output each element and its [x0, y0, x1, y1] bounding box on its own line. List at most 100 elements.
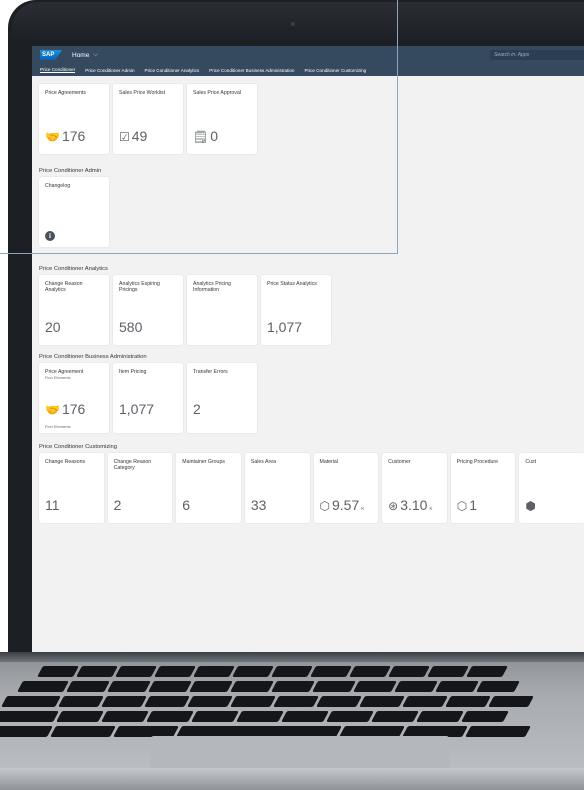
cube-icon: ⬢ — [525, 499, 536, 513]
highlight-connector — [0, 253, 10, 254]
key — [0, 726, 53, 737]
key — [349, 666, 391, 677]
key — [445, 696, 491, 707]
tile-title: Analytics Expiring Pricings — [119, 281, 160, 294]
tile-value: ⬡ 9.57 K — [319, 497, 365, 513]
key — [388, 666, 430, 677]
tile-value: 2 — [193, 401, 201, 417]
key — [465, 726, 531, 737]
key — [107, 681, 151, 692]
tile-change-reason-analytics[interactable]: Change Reason Analytics 20 — [39, 275, 109, 345]
tile-change-reason-category[interactable]: Change Reason Category 2 — [107, 453, 173, 523]
key — [236, 711, 284, 722]
tile-title: Customer — [388, 459, 411, 465]
tile-change-reasons[interactable]: Change Reasons 11 — [39, 453, 104, 523]
key — [416, 711, 464, 722]
tile-analytics-pricing-information[interactable]: Analytics Pricing Information — [187, 275, 257, 345]
tile-title: Change Reason Analytics — [45, 281, 83, 294]
tile-group-business-admin: Price Agreement Fiori Elements 🤝 176 Fior… — [39, 363, 584, 433]
laptop-edge — [0, 768, 584, 790]
key — [316, 696, 362, 707]
tile-price-status-analytics[interactable]: Price Status Analytics 1,077 — [261, 275, 331, 345]
tile-title: Analytics Pricing Information — [193, 281, 232, 294]
key-row-3 — [1, 696, 534, 707]
key — [310, 666, 352, 677]
tile-price-agreement[interactable]: Price Agreement Fiori Elements 🤝 176 Fior… — [39, 363, 109, 433]
procedure-icon: ⬡ — [456, 499, 468, 513]
tile-title: Material — [319, 459, 338, 465]
key — [1, 696, 61, 707]
key — [76, 666, 118, 677]
search-input[interactable]: Search in: Apps — [490, 50, 584, 60]
key — [148, 681, 192, 692]
key — [271, 666, 313, 677]
hinge — [0, 652, 584, 662]
tile-transfer-errors[interactable]: Transfer Errors 2 — [187, 363, 257, 433]
key — [191, 711, 239, 722]
key — [146, 711, 194, 722]
tile-title: Change Reasons — [45, 459, 86, 465]
tile-title: Maintainer Groups — [182, 459, 225, 465]
key — [50, 726, 116, 737]
key — [488, 696, 534, 707]
highlight-frame — [0, 0, 398, 254]
tile-value: 2 — [113, 497, 122, 513]
box-icon: ⬡ — [319, 499, 330, 513]
tile-value: ⊛ 3.10 K — [388, 497, 433, 513]
tile-item-pricing[interactable]: Item Pricing 1,077 — [113, 363, 183, 433]
tile-customer[interactable]: Customer ⊛ 3.10 K — [382, 453, 447, 523]
key — [187, 696, 233, 707]
group-title-analytics: Price Conditioner Analytics — [39, 266, 108, 272]
key — [37, 666, 79, 677]
key — [193, 666, 235, 677]
key — [461, 711, 509, 722]
key — [312, 681, 356, 692]
group-title-customizing: Price Conditioner Customizing — [39, 444, 117, 450]
key — [353, 681, 397, 692]
key — [154, 666, 196, 677]
tile-value: 6 — [182, 497, 191, 513]
tile-analytics-expiring-pricings[interactable]: Analytics Expiring Pricings 580 — [113, 275, 183, 345]
key-row-1 — [37, 666, 508, 677]
tile-cust[interactable]: Cust ⬢ — [519, 453, 584, 523]
key — [115, 666, 157, 677]
tile-sales-area[interactable]: Sales Area 33 — [244, 453, 310, 523]
key — [476, 681, 520, 692]
key-row-2 — [17, 681, 520, 692]
tile-value: 1,077 — [267, 319, 303, 335]
tile-title: Price Status Analytics — [267, 281, 317, 287]
key — [394, 681, 438, 692]
key — [101, 696, 147, 707]
tile-title: Pricing Procedure — [456, 459, 498, 465]
key — [144, 696, 190, 707]
key — [0, 711, 59, 722]
tile-title: Sales Area — [250, 459, 276, 465]
key — [281, 711, 329, 722]
tile-title: Cust — [525, 459, 537, 465]
group-title-business-admin: Price Conditioner Business Administratio… — [39, 354, 147, 360]
tile-title: Change Reason Category — [113, 459, 152, 472]
tile-pricing-procedure[interactable]: Pricing Procedure ⬡ 1 — [450, 453, 516, 523]
key — [326, 711, 374, 722]
key — [435, 681, 479, 692]
tile-maintainer-groups[interactable]: Maintainer Groups 6 — [176, 453, 241, 523]
tile-subtitle: Fiori Elements — [45, 375, 71, 381]
customer-icon: ⊛ — [388, 499, 399, 513]
tile-value: 11 — [45, 497, 60, 513]
key — [273, 696, 319, 707]
key — [402, 696, 448, 707]
key — [189, 681, 233, 692]
tile-group-analytics: Change Reason Analytics 20 Analytics Exp… — [39, 275, 584, 345]
key — [427, 666, 469, 677]
key — [371, 711, 419, 722]
tile-material[interactable]: Material ⬡ 9.57 K — [313, 453, 379, 523]
tile-value: 🤝 176 — [45, 401, 86, 417]
tile-value: 33 — [250, 497, 267, 513]
key — [271, 681, 315, 692]
key — [232, 666, 274, 677]
tile-footer: Fiori Elements — [45, 424, 71, 429]
tile-title: Item Pricing — [119, 369, 147, 375]
key — [58, 696, 104, 707]
tile-value: ⬢ — [525, 499, 537, 513]
key-row-4 — [0, 711, 509, 722]
